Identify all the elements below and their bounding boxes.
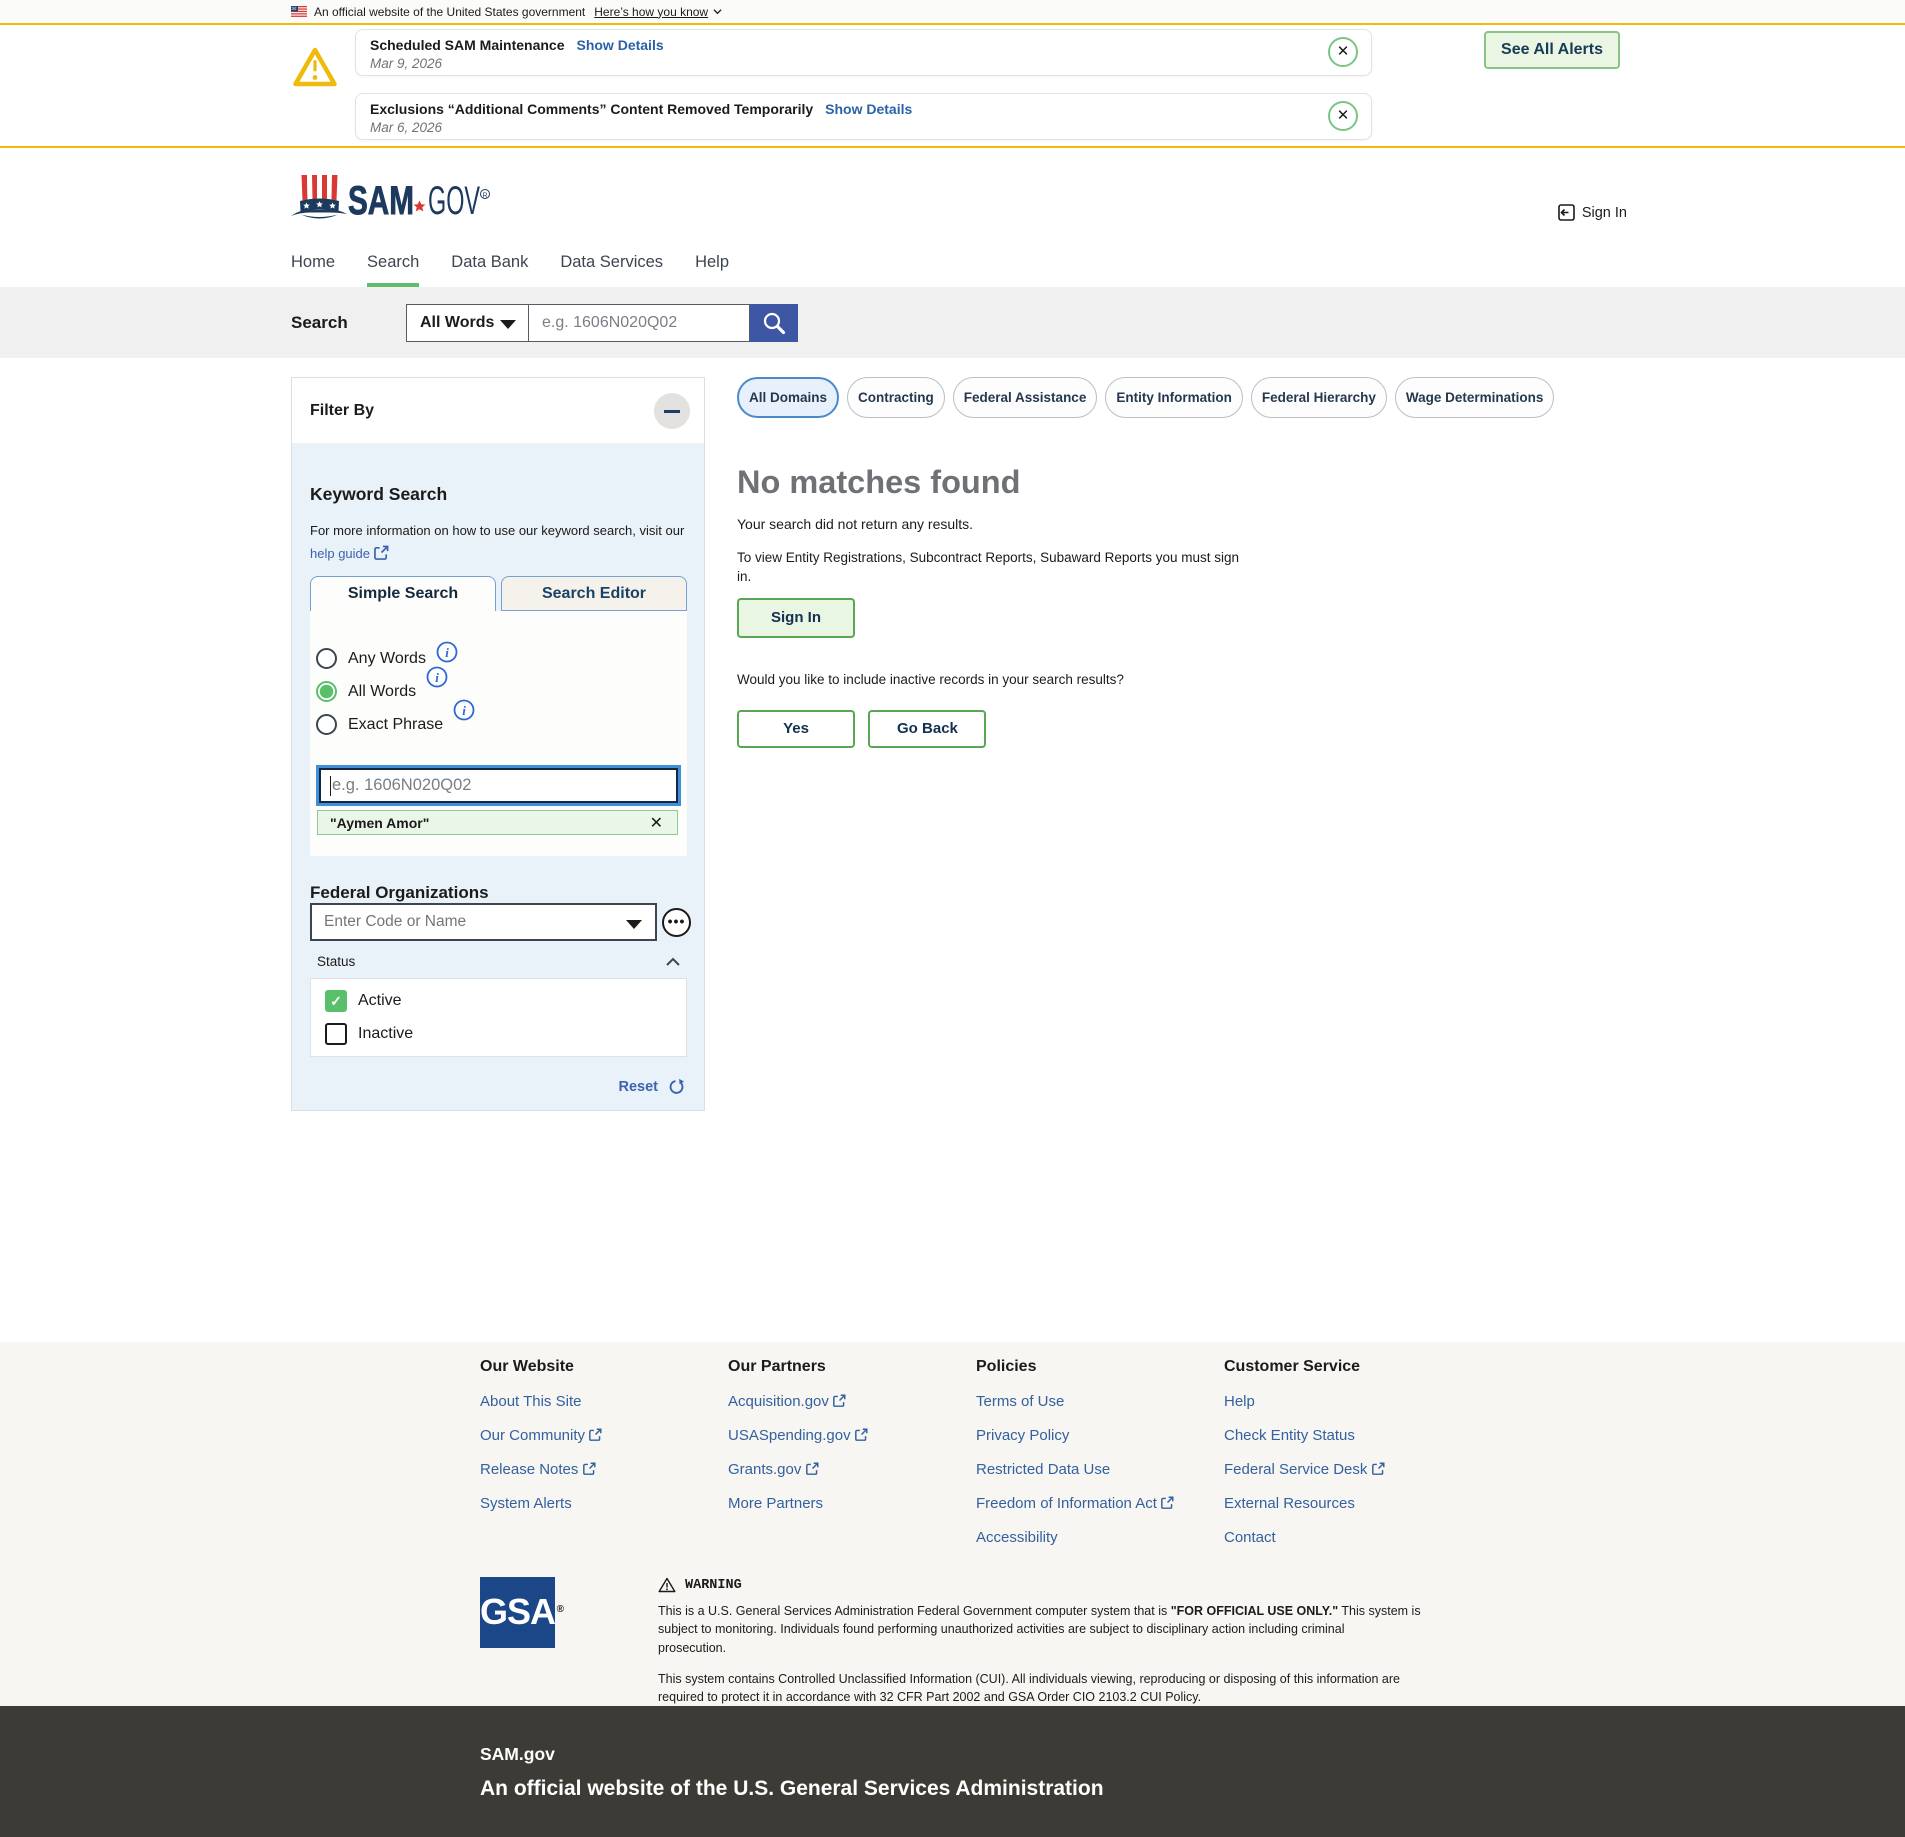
svg-text:i: i [435,670,439,685]
svg-text:SAM: SAM [348,179,414,220]
svg-text:R: R [482,193,487,200]
svg-text:i: i [462,703,466,718]
svg-text:i: i [445,645,449,660]
svg-text:GOV: GOV [428,179,480,220]
